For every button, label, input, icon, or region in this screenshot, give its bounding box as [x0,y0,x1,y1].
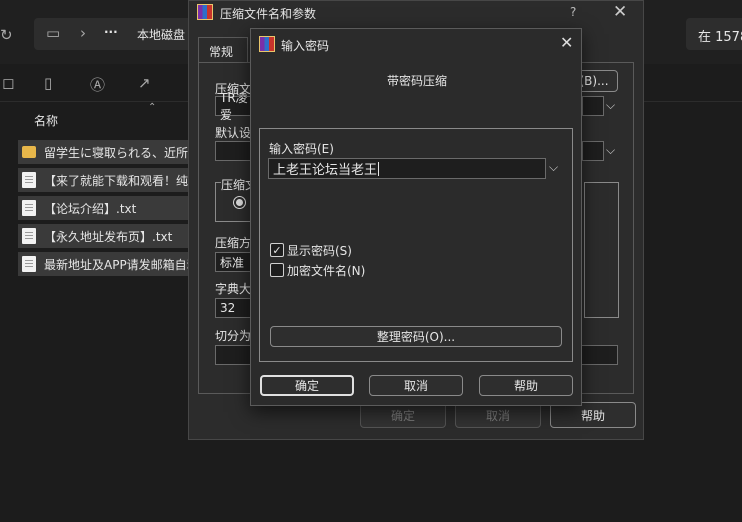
rename-icon[interactable]: Ⓐ [90,74,105,95]
chevron-right-icon[interactable]: › [80,24,86,42]
new-icon[interactable]: ◻ [2,74,14,92]
password-value: 上老王论坛当老王 [273,163,378,178]
winrar-icon [259,36,275,52]
encrypt-filenames-label[interactable]: 加密文件名(N) [287,262,365,279]
options-group-right [584,182,619,318]
profile-select-tail[interactable] [582,141,604,161]
archive-name-field[interactable]: TR凌爱 [215,91,255,122]
folder-icon [22,146,36,158]
password-dialog-title: 输入密码 [281,39,330,53]
refresh-icon[interactable]: ↻ [0,26,13,44]
breadcrumb[interactable]: 本地磁盘 [137,26,185,43]
text-file-icon [22,228,36,244]
split-label: 切分为 [215,329,252,343]
list-item[interactable]: 【来了就能下载和观看！纯 [18,168,193,192]
file-name: 最新地址及APP请发邮箱自动 [44,257,193,272]
method-label: 压缩方 [215,236,252,250]
winrar-icon [197,4,213,20]
file-name: 【论坛介绍】.txt [44,201,137,216]
split-select[interactable] [215,345,255,365]
dictionary-select[interactable]: 32 [215,298,255,318]
show-password-checkbox[interactable]: ✓ [270,243,284,257]
share-icon[interactable]: ↗ [138,74,151,92]
text-file-icon [22,172,36,188]
search-text: 在 1578 [698,30,742,45]
list-item[interactable]: 留学生に寝取られる、近所の [18,140,193,164]
paste-icon[interactable]: ▯ [44,74,52,92]
file-name: 【来了就能下载和观看！纯 [44,173,189,188]
file-name: 留学生に寝取られる、近所の [44,145,193,160]
text-file-icon [22,200,36,216]
list-item[interactable]: 最新地址及APP请发邮箱自动 [18,252,193,276]
profile-select[interactable] [215,141,255,161]
help-icon[interactable]: ? [570,5,576,19]
password-input[interactable]: 上老王论坛当老王 [268,158,546,179]
archive-name-field-tail[interactable] [582,96,604,116]
encrypt-filenames-checkbox[interactable] [270,263,284,277]
more-icon[interactable]: ··· [104,25,118,39]
chevron-down-icon[interactable]: ⌵ [549,160,558,175]
chevron-down-icon[interactable]: ⌵ [606,98,615,113]
column-header-name[interactable]: 名称 [34,112,58,129]
password-help-button[interactable]: 帮助 [479,375,573,396]
format-radio[interactable] [233,196,246,209]
chevron-down-icon[interactable]: ⌵ [606,143,615,158]
default-profile-label: 默认设 [215,126,252,140]
method-select[interactable]: 标准 [215,252,255,272]
password-dialog-subtitle: 带密码压缩 [387,74,448,88]
password-cancel-button[interactable]: 取消 [369,375,463,396]
tab-general-label: 常规 [209,45,234,59]
close-icon[interactable]: ✕ [560,33,573,52]
dialog-title: 压缩文件名和参数 [220,7,317,21]
organize-passwords-button[interactable]: 整理密码(O)... [270,326,562,347]
computer-icon: ▭ [46,24,61,42]
password-label: 输入密码(E) [269,142,334,156]
list-item[interactable]: 【论坛介绍】.txt [18,196,193,220]
show-password-label[interactable]: 显示密码(S) [287,242,352,259]
close-icon[interactable]: ✕ [613,2,627,22]
password-ok-button[interactable]: 确定 [260,375,354,396]
list-item[interactable]: 【永久地址发布页】.txt [18,224,193,248]
dictionary-label: 字典大 [215,282,252,296]
sort-caret-icon: ⌃ [148,102,157,113]
text-file-icon [22,256,36,272]
file-name: 【永久地址发布页】.txt [44,229,173,244]
